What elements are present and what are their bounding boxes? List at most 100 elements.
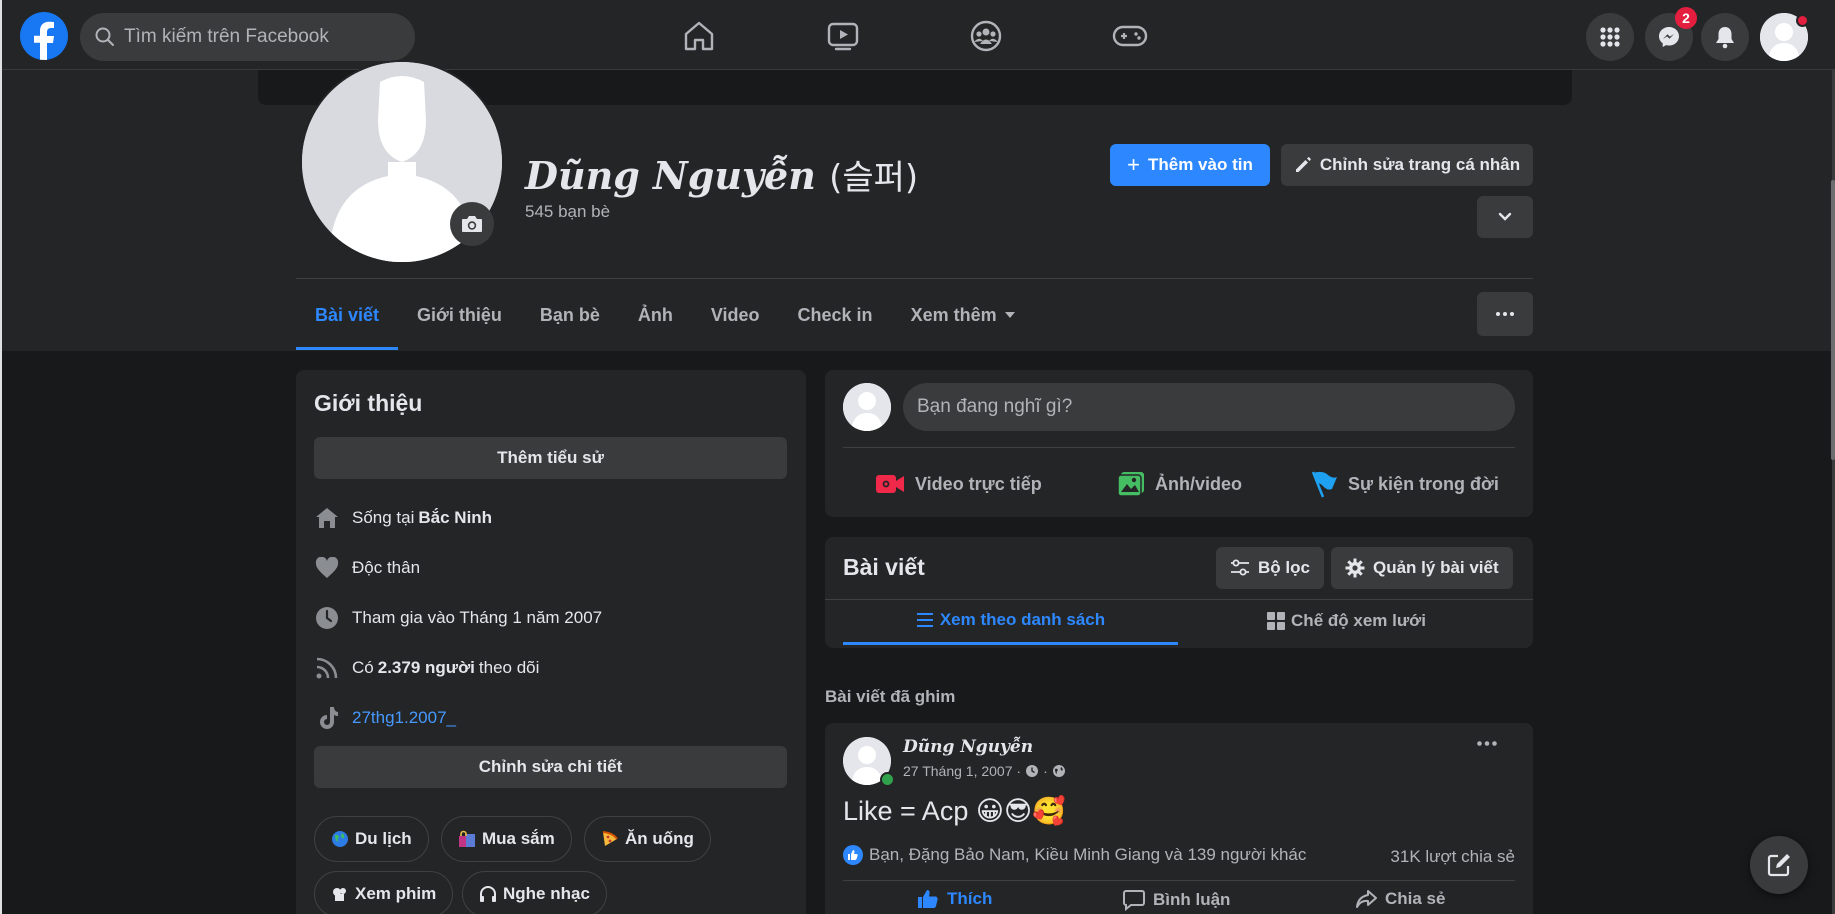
shopping-bags-icon (458, 830, 476, 848)
search-box[interactable] (80, 13, 415, 61)
new-message-button[interactable] (1750, 836, 1808, 894)
list-icon (916, 612, 934, 628)
composer-avatar[interactable] (843, 383, 891, 431)
tab-friends[interactable]: Bạn bè (521, 280, 619, 350)
share-button[interactable]: Chia sẻ (1355, 889, 1445, 909)
post-text: Like = Acp 😀😎🥰 (843, 796, 1066, 826)
like-reaction-icon (843, 845, 863, 865)
more-options-icon[interactable] (1477, 292, 1533, 336)
share-label: Chia sẻ (1385, 889, 1446, 908)
home-icon[interactable] (679, 16, 719, 56)
add-to-story-label: Thêm vào tin (1148, 155, 1253, 174)
photo-video-button[interactable]: Ảnh/video (1117, 460, 1242, 508)
search-input[interactable] (124, 26, 394, 48)
camera-icon[interactable] (450, 202, 494, 246)
plus-icon: + (1127, 152, 1140, 177)
hobby-label: Du lịch (355, 829, 412, 848)
hobby-chip-music[interactable]: Nghe nhạc (462, 871, 607, 914)
search-icon (94, 26, 116, 48)
hobby-label: Mua sắm (482, 829, 555, 848)
status-input[interactable]: Bạn đang nghĩ gì? (903, 383, 1515, 431)
film-icon (331, 885, 349, 903)
filter-button[interactable]: Bộ lọc (1216, 547, 1324, 589)
followers-suffix: theo dõi (478, 658, 540, 677)
live-video-button[interactable]: Video trực tiếp (875, 460, 1042, 508)
like-label: Thích (947, 889, 993, 908)
live-video-icon (875, 472, 905, 496)
groups-icon[interactable] (966, 16, 1006, 56)
posts-title: Bài viết (843, 554, 925, 580)
thumbs-up-icon (917, 889, 939, 909)
lives-in-place[interactable]: Bắc Ninh (418, 508, 492, 528)
like-button[interactable]: Thích (917, 889, 992, 909)
list-view-label: Xem theo danh sách (939, 609, 1106, 629)
pencil-icon (1294, 156, 1312, 174)
edit-details-button[interactable]: Chỉnh sửa chi tiết (314, 746, 787, 788)
composer-divider (843, 447, 1515, 448)
notifications-icon[interactable] (1701, 13, 1749, 61)
comment-button[interactable]: Bình luận (1123, 889, 1230, 911)
tab-photos[interactable]: Ảnh (619, 280, 692, 350)
list-view-tab[interactable]: Xem theo danh sách (843, 597, 1178, 645)
followers-count[interactable]: 2.379 người (378, 658, 475, 678)
post-reactions[interactable]: Bạn, Đặng Bảo Nam, Kiều Minh Giang và 13… (843, 845, 1306, 865)
tab-checkins[interactable]: Check in (779, 280, 892, 350)
grid-view-label: Chế độ xem lưới (1291, 611, 1426, 630)
life-event-button[interactable]: Sự kiện trong đời (1310, 460, 1499, 508)
tab-posts[interactable]: Bài viết (296, 280, 399, 350)
post-date[interactable]: 27 Tháng 1, 2007 · (903, 763, 1021, 779)
comment-label: Bình luận (1153, 890, 1231, 909)
globe-icon (1052, 764, 1066, 778)
tiktok-link[interactable]: 27thg1.2007_ (352, 708, 456, 728)
edit-profile-button[interactable]: Chỉnh sửa trang cá nhân (1281, 144, 1533, 186)
add-to-story-button[interactable]: + Thêm vào tin (1110, 144, 1270, 186)
photo-icon (1117, 471, 1145, 497)
hobby-label: Nghe nhạc (503, 884, 590, 903)
pizza-icon (601, 830, 619, 848)
gaming-icon[interactable] (1110, 16, 1150, 56)
friend-count[interactable]: 545 bạn bè (525, 202, 610, 222)
live-video-label: Video trực tiếp (915, 473, 1042, 494)
facebook-logo-icon[interactable] (20, 12, 68, 60)
top-navigation-bar: 2 (0, 0, 1835, 70)
window-edge (0, 0, 2, 914)
hobby-chip-food[interactable]: Ăn uống (584, 816, 711, 862)
tiktok-icon (314, 705, 340, 731)
hobby-chip-shopping[interactable]: Mua sắm (441, 816, 572, 862)
add-bio-button[interactable]: Thêm tiểu sử (314, 437, 787, 479)
scrollbar-thumb[interactable] (1831, 180, 1835, 460)
hobby-label: Ăn uống (625, 829, 694, 848)
grid-view-tab[interactable]: Chế độ xem lưới (1178, 597, 1515, 645)
profile-name: Dũng Nguyễn (슬퍼) (525, 150, 918, 199)
post-divider (843, 880, 1515, 881)
heart-icon (314, 555, 340, 581)
relationship-row: Độc thân (314, 555, 420, 581)
post-shares[interactable]: 31K lượt chia sẻ (1390, 847, 1515, 867)
grid-icon (1267, 612, 1286, 630)
pinned-posts-label: Bài viết đã ghim (825, 687, 956, 706)
tab-videos[interactable]: Video (692, 280, 779, 350)
chevron-down-icon[interactable] (1477, 196, 1533, 238)
share-icon (1355, 889, 1377, 909)
profile-header: Dũng Nguyễn (슬퍼) 545 bạn bè + Thêm vào t… (0, 60, 1832, 351)
pinned-post-card: Dũng Nguyễn 27 Tháng 1, 2007 · · Like = … (825, 723, 1533, 914)
messenger-button[interactable]: 2 (1645, 7, 1697, 61)
manage-posts-button[interactable]: Quản lý bài viết (1331, 547, 1513, 589)
messenger-icon (1657, 25, 1681, 49)
hobby-chip-movies[interactable]: Xem phim (314, 871, 454, 914)
tab-about[interactable]: Giới thiệu (398, 280, 521, 350)
dot-separator: · (1043, 763, 1048, 779)
tiktok-row: 27thg1.2007_ (314, 705, 456, 731)
tab-more[interactable]: Xem thêm (892, 280, 1034, 350)
post-options-icon[interactable] (1477, 741, 1497, 746)
hobby-chip-travel[interactable]: Du lịch (314, 816, 429, 862)
header-divider (296, 278, 1533, 279)
headphones-icon (479, 885, 497, 903)
compose-icon (1766, 852, 1792, 878)
post-author-name[interactable]: Dũng Nguyễn (903, 737, 1033, 757)
clock-icon (1025, 764, 1039, 778)
joined-date: Tham gia vào Tháng 1 năm 2007 (352, 608, 603, 627)
menu-grid-icon[interactable] (1586, 13, 1634, 61)
edit-profile-label: Chỉnh sửa trang cá nhân (1319, 155, 1521, 174)
watch-icon[interactable] (823, 16, 863, 56)
